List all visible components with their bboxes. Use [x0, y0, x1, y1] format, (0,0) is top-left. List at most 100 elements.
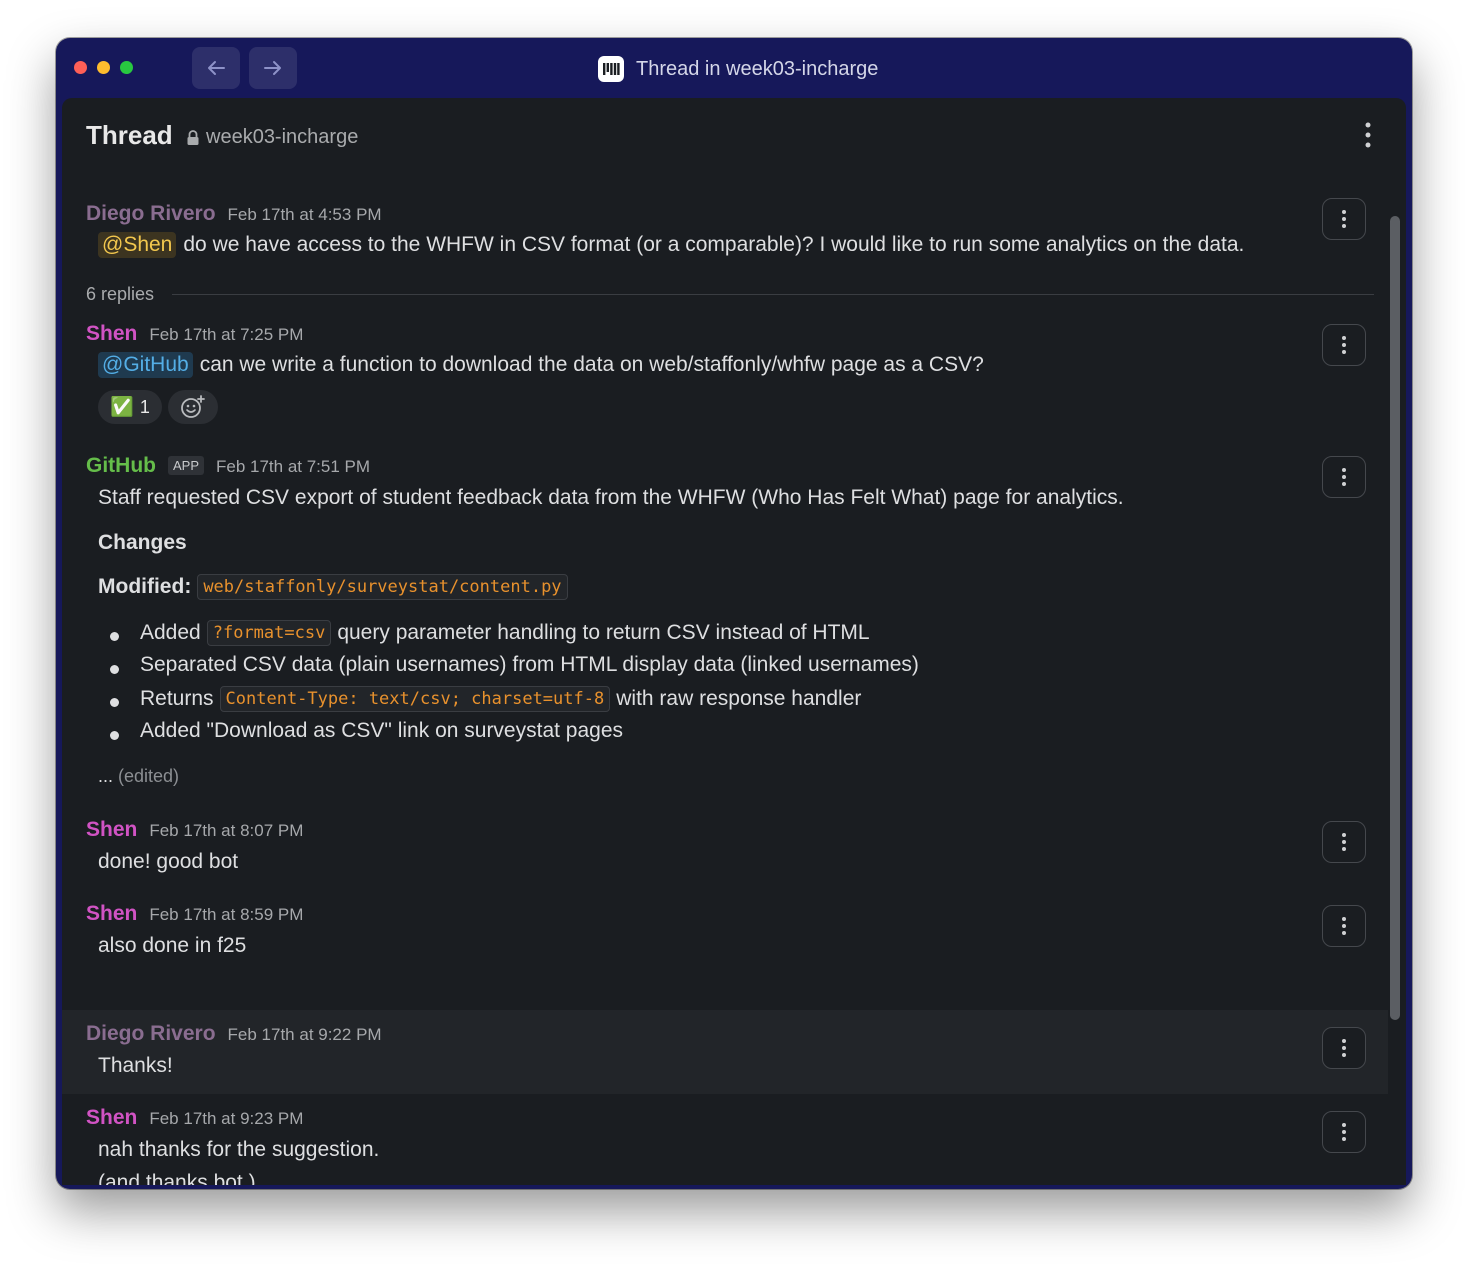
message-text: @Shen do we have access to the WHFW in C…: [98, 232, 1244, 258]
forward-button[interactable]: [249, 47, 297, 89]
reply-count: 6 replies: [86, 283, 155, 304]
bullet-text: Added: [140, 621, 201, 644]
back-arrow-icon: [208, 61, 225, 75]
reaction-checkmark[interactable]: ✅ 1: [98, 390, 162, 424]
bullet-text: Added "Download as CSV" link on surveyst…: [140, 719, 624, 742]
app-window: Thread in week03-incharge Thread week03-…: [56, 38, 1412, 1189]
bullet-item: Added ?format=csv query parameter handli…: [140, 620, 870, 646]
author-name[interactable]: GitHub: [86, 454, 156, 478]
message-text: Thanks!: [98, 1054, 173, 1078]
lock-icon: [187, 129, 199, 145]
thread-panel: Thread week03-incharge Diego Rivero Feb …: [62, 98, 1406, 1185]
message-body: nah thanks for the suggestion.: [98, 1138, 380, 1161]
message-header: Shen Feb 17th at 8:07 PM: [86, 818, 303, 842]
author-name[interactable]: Shen: [86, 902, 137, 926]
message-actions-button[interactable]: [1322, 905, 1366, 947]
message-body: (and thanks bot.): [98, 1171, 256, 1185]
message-actions-button[interactable]: [1322, 456, 1366, 498]
changes-heading: Changes: [98, 531, 187, 555]
timestamp[interactable]: Feb 17th at 8:59 PM: [149, 905, 303, 925]
scrollbar[interactable]: [1390, 216, 1400, 1020]
window-title-group: Thread in week03-incharge: [598, 55, 878, 83]
kebab-menu-icon: [1342, 468, 1346, 486]
author-name[interactable]: Shen: [86, 1106, 137, 1130]
reply-divider: 6 replies: [86, 280, 1374, 308]
message-actions-button[interactable]: [1322, 198, 1366, 240]
kebab-menu-icon: [1342, 1039, 1346, 1057]
message-reply-github: GitHub APP Feb 17th at 7:51 PM Staff req…: [62, 446, 1388, 812]
timestamp[interactable]: Feb 17th at 4:53 PM: [228, 205, 382, 225]
bullet-item: Separated CSV data (plain usernames) fro…: [140, 653, 919, 677]
bullet-item: Added "Download as CSV" link on surveyst…: [140, 719, 623, 743]
minimize-window-button[interactable]: [97, 61, 110, 74]
bullet-text: with raw response handler: [616, 687, 862, 710]
message-actions-button[interactable]: [1322, 1027, 1366, 1069]
message-header: Shen Feb 17th at 7:25 PM: [86, 322, 303, 346]
message-reply: Shen Feb 17th at 8:07 PM done! good bot: [62, 810, 1388, 894]
message-body: also done in f25: [98, 934, 247, 957]
ellipsis[interactable]: ...: [98, 766, 113, 787]
channel-name: week03-incharge: [206, 126, 359, 148]
bullet-text: query parameter handling to return CSV i…: [337, 621, 870, 644]
modified-line: Modified: web/staffonly/surveystat/conte…: [98, 574, 574, 600]
summary-text: Staff requested CSV export of student fe…: [98, 486, 1124, 509]
bullet-dot: [110, 665, 119, 674]
user-mention[interactable]: @Shen: [98, 232, 177, 258]
kebab-menu-icon: [1342, 1123, 1346, 1141]
message-reply-hovered: Diego Rivero Feb 17th at 9:22 PM Thanks!: [62, 1010, 1388, 1094]
message-header: Shen Feb 17th at 8:59 PM: [86, 902, 303, 926]
message-header: GitHub APP Feb 17th at 7:51 PM: [86, 454, 370, 478]
message-header: Shen Feb 17th at 9:23 PM: [86, 1106, 303, 1130]
message-reply: Shen Feb 17th at 7:25 PM @GitHub can we …: [62, 314, 1388, 438]
kebab-menu-icon: [1365, 122, 1371, 148]
close-window-button[interactable]: [74, 61, 87, 74]
channel-link[interactable]: week03-incharge: [186, 126, 358, 149]
timestamp[interactable]: Feb 17th at 9:22 PM: [228, 1025, 382, 1045]
message-body: do we have access to the WHFW in CSV for…: [183, 233, 1245, 256]
app-logo-icon: [598, 56, 624, 82]
zoom-window-button[interactable]: [120, 61, 133, 74]
author-name[interactable]: Shen: [86, 818, 137, 842]
inline-code: ?format=csv: [206, 620, 332, 646]
message-header: Diego Rivero Feb 17th at 9:22 PM: [86, 1022, 382, 1046]
edited-line: ... (edited): [98, 766, 179, 787]
timestamp[interactable]: Feb 17th at 9:23 PM: [149, 1109, 303, 1129]
message-text: done! good bot: [98, 850, 238, 874]
timestamp[interactable]: Feb 17th at 8:07 PM: [149, 821, 303, 841]
forward-arrow-icon: [264, 61, 281, 75]
kebab-menu-icon: [1342, 336, 1346, 354]
thread-options-button[interactable]: [1356, 120, 1380, 150]
message-body: Thanks!: [98, 1054, 173, 1077]
timestamp[interactable]: Feb 17th at 7:25 PM: [149, 325, 303, 345]
author-name[interactable]: Diego Rivero: [86, 1022, 216, 1046]
kebab-menu-icon: [1342, 917, 1346, 935]
message-text: @GitHub can we write a function to downl…: [98, 352, 984, 378]
timestamp[interactable]: Feb 17th at 7:51 PM: [216, 457, 370, 477]
kebab-menu-icon: [1342, 833, 1346, 851]
message-text-line: (and thanks bot.): [98, 1171, 256, 1185]
reaction-count: 1: [139, 396, 150, 417]
bullet-item: Returns Content-Type: text/csv; charset=…: [140, 686, 861, 712]
author-name[interactable]: Shen: [86, 322, 137, 346]
message-body: done! good bot: [98, 850, 239, 873]
author-name[interactable]: Diego Rivero: [86, 202, 216, 226]
edited-label: (edited): [118, 766, 180, 786]
message-reply: Shen Feb 17th at 9:23 PM nah thanks for …: [62, 1094, 1388, 1185]
message-parent: Diego Rivero Feb 17th at 4:53 PM @Shen d…: [62, 194, 1388, 284]
app-mention[interactable]: @GitHub: [98, 352, 193, 378]
message-actions-button[interactable]: [1322, 324, 1366, 366]
add-reaction-button[interactable]: [168, 390, 218, 424]
bullet-text: Returns: [140, 687, 214, 710]
changes-heading-text: Changes: [98, 531, 187, 554]
bullet-dot: [110, 698, 119, 707]
message-header: Diego Rivero Feb 17th at 4:53 PM: [86, 202, 382, 226]
message-actions-button[interactable]: [1322, 821, 1366, 863]
bullet-dot: [110, 731, 119, 740]
bullet-text: Separated CSV data (plain usernames) fro…: [140, 653, 919, 676]
message-reply: Shen Feb 17th at 8:59 PM also done in f2…: [62, 894, 1388, 978]
checkmark-emoji: ✅: [110, 397, 134, 418]
message-actions-button[interactable]: [1322, 1111, 1366, 1153]
modified-label: Modified:: [98, 575, 192, 598]
thread-header: Thread week03-incharge: [62, 98, 1406, 174]
back-button[interactable]: [192, 47, 240, 89]
